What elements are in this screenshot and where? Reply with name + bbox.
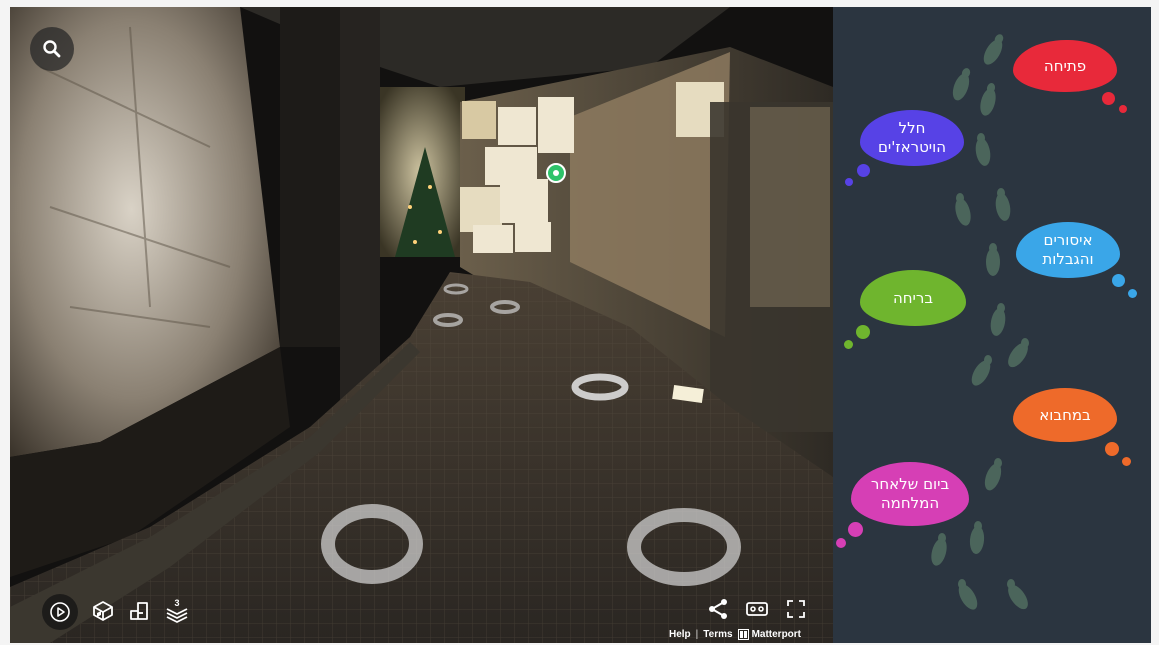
bubble-tail-dot	[848, 522, 863, 537]
bubble-tail-dot	[1102, 92, 1115, 105]
floors-button[interactable]: 3	[160, 594, 194, 628]
viewer-footer: Help | Terms Matterport	[669, 627, 829, 641]
play-button[interactable]	[42, 594, 78, 630]
floors-badge: 3	[174, 598, 179, 608]
fullscreen-icon	[787, 600, 805, 618]
chapter-hiding-button[interactable]: במחבוא	[1013, 388, 1117, 442]
matterport-label: Matterport	[751, 628, 802, 640]
chapter-label: פתיחה	[1043, 56, 1087, 75]
poster	[462, 101, 496, 139]
floorplan-icon	[130, 602, 148, 620]
page-frame: 3 Help | Terms Matterport פתיחה חלל הויט…	[0, 0, 1159, 645]
info-tag-hotspot[interactable]	[546, 163, 566, 183]
floors-icon: 3	[166, 598, 188, 623]
vr-button[interactable]	[741, 594, 773, 624]
document-panel	[750, 107, 830, 307]
share-button[interactable]	[703, 594, 733, 624]
left-pillar-edge	[340, 7, 380, 407]
bubble-tail-dot	[856, 325, 870, 339]
bubble-tail-dot	[1112, 274, 1125, 287]
chapter-escape-button[interactable]: בריחה	[860, 270, 966, 326]
bubble-tail-dot	[1105, 442, 1119, 456]
terms-link[interactable]: Terms	[703, 629, 732, 640]
footer-separator: |	[695, 628, 699, 640]
bubble-tail-dot	[836, 538, 846, 548]
search-button[interactable]	[30, 27, 74, 71]
poster	[515, 222, 551, 252]
bubble-tail-dot	[844, 340, 853, 349]
dollhouse-button[interactable]	[88, 596, 118, 626]
floorplan-button[interactable]	[124, 596, 154, 626]
bubble-tail-dot	[1119, 105, 1127, 113]
bubble-tail-dot	[845, 178, 853, 186]
poster	[500, 179, 548, 223]
chapter-opening-button[interactable]: פתיחה	[1013, 40, 1117, 92]
chapter-menu: פתיחה חלל הויטראז'ים איסורים והגבלות ברי…	[833, 7, 1151, 643]
search-icon	[43, 40, 61, 58]
help-link[interactable]: Help	[669, 629, 691, 640]
chapter-restrictions-button[interactable]: איסורים והגבלות	[1016, 222, 1120, 278]
dollhouse-icon	[93, 601, 113, 621]
vr-icon	[746, 602, 768, 616]
tour-scene[interactable]	[10, 7, 833, 643]
chapter-label: חלל הויטראז'ים	[877, 119, 947, 156]
play-icon	[50, 602, 70, 622]
bubble-tail-dot	[857, 164, 870, 177]
share-icon	[709, 599, 727, 619]
matterport-logo-icon	[737, 628, 749, 640]
chapter-label: בריחה	[892, 288, 934, 307]
chapter-stained-glass-button[interactable]: חלל הויטראז'ים	[860, 110, 964, 166]
bubble-tail-dot	[1128, 289, 1137, 298]
matterport-link[interactable]: Matterport	[737, 628, 802, 640]
bubble-tail-dot	[1122, 457, 1131, 466]
poster	[473, 225, 513, 253]
poster	[498, 107, 536, 145]
fullscreen-button[interactable]	[781, 594, 811, 624]
chapter-label: במחבוא	[1039, 405, 1091, 424]
poster	[538, 97, 574, 153]
chapter-label: איסורים והגבלות	[1042, 231, 1094, 268]
virtual-tour-viewer[interactable]: 3 Help | Terms Matterport	[10, 7, 833, 643]
chapter-label: ביום שלאחר המלחמה	[870, 475, 950, 512]
